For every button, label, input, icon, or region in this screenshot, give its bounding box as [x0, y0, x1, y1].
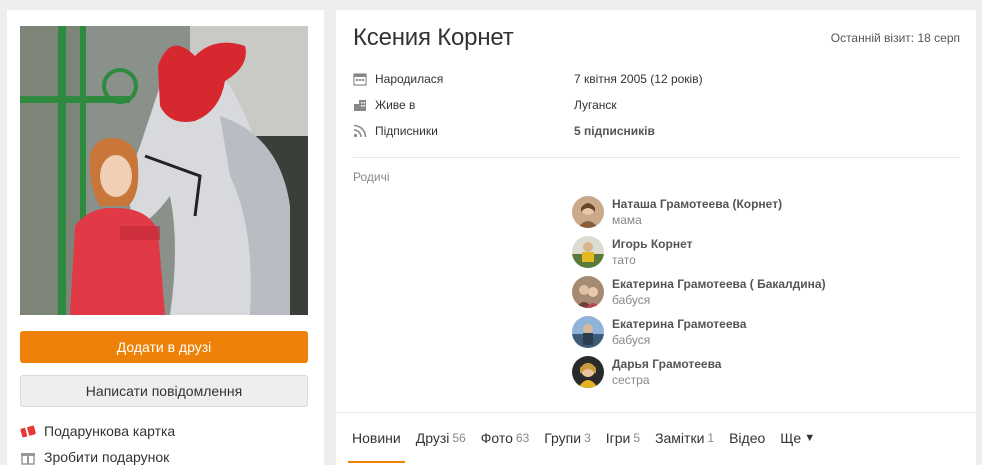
tab-more[interactable]: Ще ▼ [780, 413, 815, 463]
tab-label: Відео [729, 430, 766, 446]
relative-item[interactable]: Екатерина Грамотеева ( Бакалдина) бабуся [572, 276, 952, 308]
info-value: 7 квітня 2005 (12 років) [574, 72, 703, 86]
profile-tabs: Новини Друзі 56 Фото 63 Групи 3 Ігри 5 З… [348, 413, 830, 463]
relatives-title: Родичі [353, 170, 390, 184]
relative-role: бабуся [612, 333, 651, 347]
profile-photo[interactable] [20, 26, 308, 315]
subscribers-icon [353, 124, 367, 138]
profile-name: Ксения Корнет [353, 24, 514, 51]
relative-name[interactable]: Игорь Корнет [612, 236, 692, 252]
last-visit: Останній візит: 18 серп [830, 31, 960, 45]
relative-name[interactable]: Дарья Грамотеева [612, 356, 721, 372]
info-row-subscribers: Підписники 5 підписників [353, 122, 963, 140]
relative-item[interactable]: Дарья Грамотеева сестра [572, 356, 952, 388]
left-column: Додати в друзі Написати повідомлення Под… [7, 10, 324, 465]
tab-label: Групи [544, 430, 582, 446]
info-label: Народилася [375, 72, 444, 86]
info-value[interactable]: Луганск [574, 98, 617, 112]
tab-count: 63 [515, 431, 530, 445]
profile-photo-image [20, 26, 308, 315]
tab-news[interactable]: Новини [348, 413, 405, 463]
tab-groups[interactable]: Групи 3 [544, 413, 591, 463]
relative-role: мама [612, 213, 642, 227]
relative-name[interactable]: Екатерина Грамотеева ( Бакалдина) [612, 276, 826, 292]
tab-label: Фото [480, 430, 513, 446]
info-row-location: Живе в Луганск [353, 96, 963, 114]
relative-avatar[interactable] [572, 236, 604, 268]
tab-count: 56 [452, 431, 466, 445]
tab-count: 1 [707, 431, 715, 445]
add-friend-button[interactable]: Додати в друзі [20, 331, 308, 363]
relative-role: бабуся [612, 293, 651, 307]
write-message-button[interactable]: Написати повідомлення [20, 375, 308, 407]
relative-avatar[interactable] [572, 356, 604, 388]
gift-icon [20, 449, 36, 465]
tab-notes[interactable]: Замітки 1 [655, 413, 714, 463]
relative-role: тато [612, 253, 636, 267]
calendar-icon [353, 72, 367, 86]
location-icon [353, 98, 367, 112]
relative-item[interactable]: Наташа Грамотеева (Корнет) мама [572, 196, 952, 228]
tab-games[interactable]: Ігри 5 [606, 413, 640, 463]
make-gift-link[interactable]: Зробити подарунок [20, 448, 169, 465]
gift-card-label: Подарункова картка [44, 423, 176, 439]
tab-count: 5 [633, 431, 641, 445]
make-gift-label: Зробити подарунок [44, 449, 170, 465]
tab-label: Замітки [655, 430, 705, 446]
tab-label: Ще [780, 430, 802, 446]
relative-name[interactable]: Наташа Грамотеева (Корнет) [612, 196, 782, 212]
profile-main: Ксения Корнет Останній візит: 18 серп На… [336, 10, 976, 465]
tab-label: Друзі [415, 430, 450, 446]
divider [353, 157, 960, 158]
relative-avatar[interactable] [572, 316, 604, 348]
relative-item[interactable]: Игорь Корнет тато [572, 236, 952, 268]
tab-photos[interactable]: Фото 63 [481, 413, 530, 463]
tab-video[interactable]: Відео [729, 413, 765, 463]
gift-card-link[interactable]: Подарункова картка [20, 422, 175, 440]
relative-name[interactable]: Екатерина Грамотеева [612, 316, 746, 332]
info-label: Живе в [375, 98, 416, 112]
subscribers-count[interactable]: 5 підписників [574, 124, 655, 138]
tab-label: Новини [352, 430, 401, 446]
tab-friends[interactable]: Друзі 56 [416, 413, 466, 463]
info-label: Підписники [375, 124, 438, 138]
relative-avatar[interactable] [572, 196, 604, 228]
relative-role: сестра [612, 373, 650, 387]
tab-label: Ігри [605, 430, 631, 446]
tab-count: 3 [584, 431, 591, 445]
info-row-birth: Народилася 7 квітня 2005 (12 років) [353, 70, 963, 88]
gift-card-icon [20, 423, 36, 439]
relative-avatar[interactable] [572, 276, 604, 308]
chevron-down-icon: ▼ [804, 432, 816, 444]
relative-item[interactable]: Екатерина Грамотеева бабуся [572, 316, 952, 348]
